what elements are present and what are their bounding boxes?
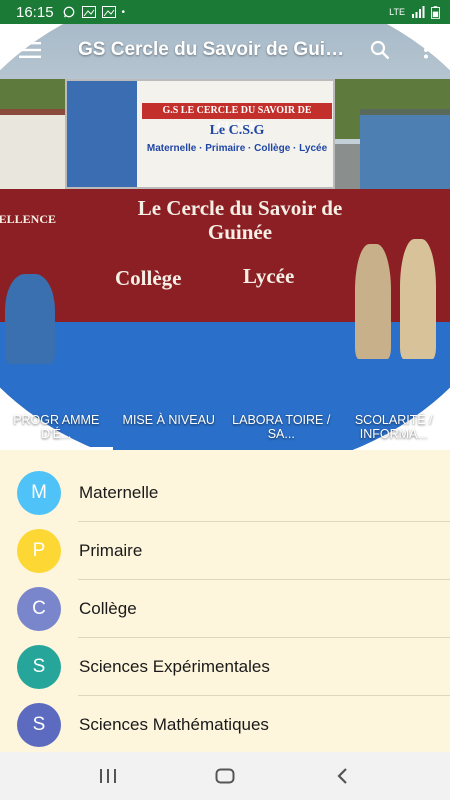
list-item-college[interactable]: C Collège xyxy=(0,580,450,638)
letter-avatar: M xyxy=(17,471,61,515)
list-item-sciences-experimentales[interactable]: S Sciences Expérimentales xyxy=(0,638,450,696)
more-vert-icon xyxy=(424,41,428,59)
letter-avatar: S xyxy=(17,645,61,689)
letter-avatar: C xyxy=(17,587,61,631)
avatar-letter: S xyxy=(32,656,46,677)
system-nav-bar xyxy=(0,752,450,800)
status-time: 16:15 xyxy=(16,3,54,21)
programme-list: M Maternelle P Primaire C Collège S Scie… xyxy=(0,464,450,754)
tab-laboratoire[interactable]: LABORA TOIRE / SA... xyxy=(225,410,338,450)
billboard-title: G.S LE CERCLE DU SAVOIR DE GUINEE xyxy=(142,103,332,132)
list-item-label: Collège xyxy=(79,599,137,618)
network-type: LTE xyxy=(389,7,405,17)
list-item-maternelle[interactable]: M Maternelle xyxy=(0,464,450,522)
menu-button[interactable] xyxy=(0,24,60,76)
tab-scolarite[interactable]: SCOLARITÉ / INFORMA... xyxy=(338,410,450,450)
wall-lycee-text: Lycée xyxy=(243,264,295,288)
signal-icon xyxy=(412,6,425,18)
school-billboard: G.S LE CERCLE DU SAVOIR DE GUINEE Le C.S… xyxy=(65,79,335,189)
tab-label: SCOLARITÉ / INFORMA... xyxy=(354,413,433,441)
list-item-label: Primaire xyxy=(79,541,143,560)
letter-avatar: S xyxy=(17,703,61,747)
mural-child-right xyxy=(355,244,391,359)
wall-excellence-text: CELLENCE xyxy=(0,212,57,226)
tab-programme[interactable]: PROGR AMME D'É... xyxy=(0,410,113,450)
avatar-letter: S xyxy=(32,714,46,735)
more-options-button[interactable] xyxy=(406,24,446,76)
app-title: GS Cercle du Savoir de Guinée xyxy=(78,39,348,60)
search-button[interactable] xyxy=(360,24,400,76)
tab-label: LABORA TOIRE / SA... xyxy=(232,413,331,441)
tab-label: PROGR AMME D'É... xyxy=(13,413,100,441)
billboard-csg: Le C.S.G xyxy=(209,123,265,138)
recent-apps-icon xyxy=(100,769,117,783)
tab-label: MISE À NIVEAU xyxy=(122,413,215,427)
list-item-sciences-mathematiques[interactable]: S Sciences Mathématiques xyxy=(0,696,450,754)
billboard-levels: Maternelle · Primaire · Collège · Lycée xyxy=(146,143,328,154)
recent-apps-button[interactable] xyxy=(88,756,128,796)
dot-icon: • xyxy=(121,6,126,18)
status-bar: 16:15 • LTE xyxy=(0,0,450,24)
list-item-label: Sciences Expérimentales xyxy=(79,657,270,676)
letter-avatar: P xyxy=(17,529,61,573)
image-notification-icon-2 xyxy=(101,6,116,18)
mural-child-left xyxy=(5,274,55,364)
wall-college-text: Collège xyxy=(115,266,182,290)
school-photo: G.S LE CERCLE DU SAVOIR DE GUINEE Le C.S… xyxy=(0,24,450,450)
back-icon xyxy=(337,768,347,784)
avatar-letter: C xyxy=(32,598,46,619)
list-item-label: Maternelle xyxy=(79,483,159,502)
home-icon xyxy=(215,768,235,784)
section-tabs: PROGR AMME D'É... MISE À NIVEAU LABORA T… xyxy=(0,410,450,450)
app-toolbar: GS Cercle du Savoir de Guinée xyxy=(0,24,450,76)
list-item-primaire[interactable]: P Primaire xyxy=(0,522,450,580)
avatar-letter: P xyxy=(32,540,46,561)
whatsapp-icon xyxy=(63,6,74,18)
search-icon xyxy=(370,40,390,60)
list-item-label: Sciences Mathématiques xyxy=(79,715,269,734)
image-notification-icon xyxy=(81,6,96,18)
battery-icon xyxy=(431,5,440,19)
tab-mise-a-niveau[interactable]: MISE À NIVEAU xyxy=(113,410,226,450)
home-button[interactable] xyxy=(205,756,245,796)
hero-banner: G.S LE CERCLE DU SAVOIR DE GUINEE Le C.S… xyxy=(0,24,450,450)
hamburger-menu-icon xyxy=(19,42,41,58)
avatar-letter: M xyxy=(31,482,47,503)
wall-school-name: Le Cercle du Savoir de Guinée xyxy=(137,196,343,244)
back-button[interactable] xyxy=(322,756,362,796)
notification-icons: • xyxy=(62,6,126,18)
mural-child-right-2 xyxy=(400,239,436,359)
